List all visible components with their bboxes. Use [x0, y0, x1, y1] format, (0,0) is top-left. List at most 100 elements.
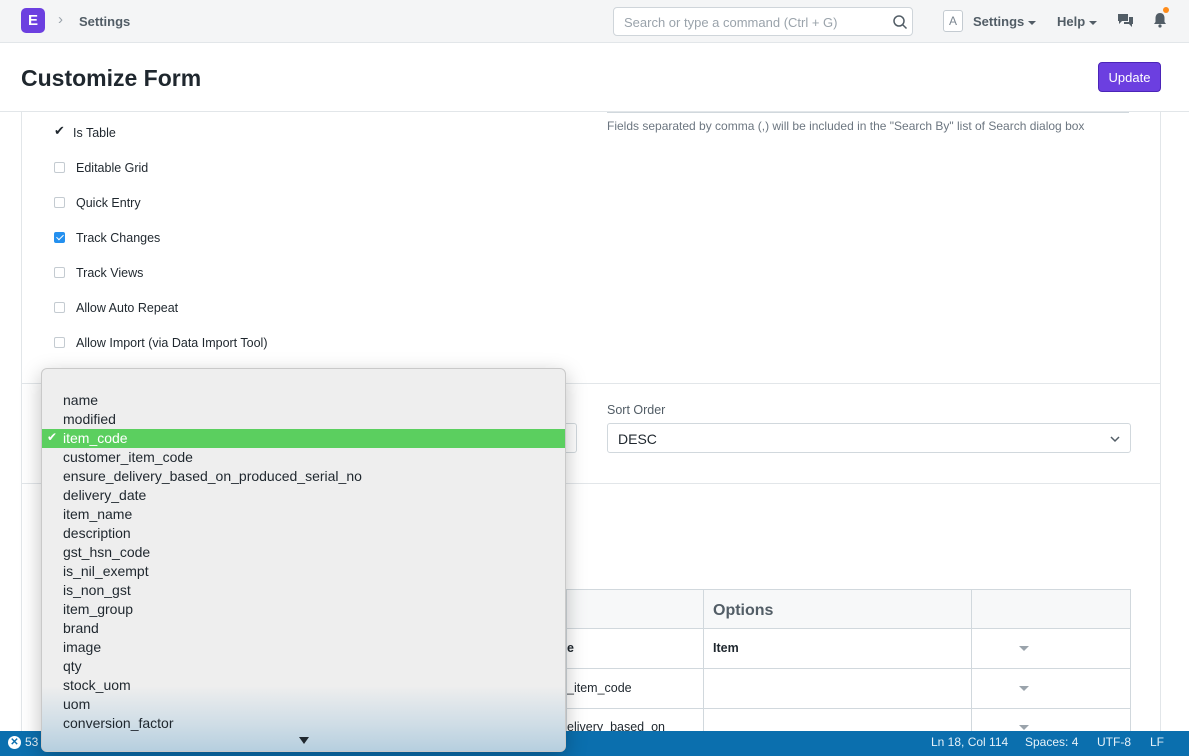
- list-item[interactable]: uom: [42, 695, 565, 714]
- checkbox-label: Quick Entry: [76, 196, 141, 210]
- list-item[interactable]: description: [42, 524, 565, 543]
- scroll-down-arrow-icon[interactable]: [299, 737, 309, 744]
- checkbox-label: Is Table: [73, 126, 116, 140]
- list-item-label: name: [63, 392, 99, 408]
- row-dropdown-icon[interactable]: [1019, 686, 1029, 691]
- breadcrumb-settings[interactable]: Settings: [79, 14, 130, 29]
- list-item-label: description: [63, 525, 131, 541]
- file-encoding[interactable]: UTF-8: [1097, 735, 1131, 749]
- list-item-label: item_name: [63, 506, 133, 522]
- column-divider: [703, 629, 704, 668]
- list-item[interactable]: stock_uom: [42, 676, 565, 695]
- column-divider: [703, 709, 704, 733]
- list-item[interactable]: ensure_delivery_based_on_produced_serial…: [42, 467, 565, 486]
- checkbox-box[interactable]: [54, 162, 65, 173]
- navbar: E › Settings A Settings Help: [0, 0, 1189, 43]
- line-ending[interactable]: LF: [1150, 735, 1164, 749]
- checkbox-label: Allow Import (via Data Import Tool): [76, 336, 268, 350]
- list-item[interactable]: delivery_date: [42, 486, 565, 505]
- list-item-label: ensure_delivery_based_on_produced_serial…: [63, 468, 362, 484]
- table-cell-type[interactable]: e: [567, 641, 574, 655]
- sort-order-label: Sort Order: [607, 403, 666, 417]
- checkbox-box[interactable]: [54, 337, 65, 348]
- table-cell-options[interactable]: Item: [713, 641, 739, 655]
- sort-order-value: DESC: [618, 431, 657, 447]
- list-item-label: item_code: [63, 430, 128, 446]
- list-item-label: item_group: [63, 601, 134, 617]
- table-row[interactable]: e Item: [567, 629, 1130, 669]
- indentation-setting[interactable]: Spaces: 4: [1025, 735, 1078, 749]
- list-item-label: conversion_factor: [63, 715, 174, 731]
- list-item-label: is_non_gst: [63, 582, 131, 598]
- column-divider: [971, 669, 972, 708]
- list-item-label: qty: [63, 658, 82, 674]
- page-title: Customize Form: [21, 65, 202, 91]
- column-divider: [971, 629, 972, 668]
- search-fields-input[interactable]: [607, 112, 1129, 113]
- table-header: Options: [567, 590, 1130, 629]
- table-cell-type[interactable]: _item_code: [567, 681, 632, 695]
- settings-menu[interactable]: Settings: [973, 14, 1037, 29]
- row-dropdown-icon[interactable]: [1019, 725, 1029, 730]
- search-fields-help-text: Fields separated by comma (,) will be in…: [607, 119, 1085, 133]
- checkbox-label: Track Changes: [76, 231, 161, 245]
- row-dropdown-icon[interactable]: [1019, 646, 1029, 651]
- error-icon[interactable]: ✕: [8, 736, 21, 749]
- list-item[interactable]: image: [42, 638, 565, 657]
- list-item[interactable]: customer_item_code: [42, 448, 565, 467]
- checkbox-label: Track Views: [76, 266, 144, 280]
- app-logo[interactable]: E: [21, 8, 45, 33]
- avatar[interactable]: A: [943, 10, 963, 32]
- column-header-options: Options: [713, 602, 774, 619]
- breadcrumb-chevron-icon: ›: [58, 11, 63, 28]
- list-item[interactable]: item_group: [42, 600, 565, 619]
- list-item-label: delivery_date: [63, 487, 147, 503]
- chevron-down-icon: [1089, 20, 1098, 25]
- list-item-label: stock_uom: [63, 677, 131, 693]
- list-item-label: uom: [63, 696, 91, 712]
- list-item-label: modified: [63, 411, 116, 427]
- checkmark-icon: ✔: [47, 430, 58, 444]
- list-item[interactable]: conversion_factor: [42, 714, 565, 733]
- chevron-down-icon: [1028, 20, 1037, 25]
- page-head: Customize Form Update: [0, 43, 1189, 112]
- chat-icon[interactable]: [1117, 13, 1134, 28]
- help-menu[interactable]: Help: [1057, 14, 1098, 29]
- list-item-label: customer_item_code: [63, 449, 193, 465]
- list-item-label: brand: [63, 620, 99, 636]
- list-item[interactable]: brand: [42, 619, 565, 638]
- table-row[interactable]: elivery_based_on: [567, 709, 1130, 734]
- sort-order-select[interactable]: DESC: [607, 423, 1131, 453]
- bell-icon[interactable]: [1153, 12, 1167, 28]
- list-item[interactable]: item_name: [42, 505, 565, 524]
- column-divider: [703, 669, 704, 708]
- list-item[interactable]: is_nil_exempt: [42, 562, 565, 581]
- chevron-down-icon: [1110, 436, 1120, 443]
- sort-field-dropdown[interactable]: name modified ✔ item_code customer_item_c…: [41, 368, 566, 752]
- fields-table: Options e Item _item_code elivery_based_…: [566, 589, 1131, 734]
- checkbox-box[interactable]: [54, 232, 65, 243]
- table-row[interactable]: _item_code: [567, 669, 1130, 709]
- update-button[interactable]: Update: [1098, 62, 1161, 92]
- search-input[interactable]: [624, 13, 884, 31]
- list-item-selected[interactable]: ✔ item_code: [42, 429, 565, 448]
- list-item-label: is_nil_exempt: [63, 563, 149, 579]
- list-item[interactable]: gst_hsn_code: [42, 543, 565, 562]
- awesomebar[interactable]: [613, 7, 913, 36]
- column-divider: [703, 590, 704, 628]
- checkmark-icon: ✔: [54, 123, 65, 138]
- list-item-label: gst_hsn_code: [63, 544, 151, 560]
- cursor-position[interactable]: Ln 18, Col 114: [931, 735, 1008, 749]
- checkbox-box[interactable]: [54, 197, 65, 208]
- column-divider: [971, 709, 972, 733]
- checkbox-box[interactable]: [54, 302, 65, 313]
- list-item[interactable]: is_non_gst: [42, 581, 565, 600]
- list-item[interactable]: modified: [42, 410, 565, 429]
- search-icon[interactable]: [892, 14, 908, 30]
- list-item[interactable]: name: [42, 391, 565, 410]
- notification-dot: [1163, 7, 1169, 13]
- error-count[interactable]: 53: [25, 735, 38, 749]
- checkbox-box[interactable]: [54, 267, 65, 278]
- checkbox-label: Editable Grid: [76, 161, 149, 175]
- list-item[interactable]: qty: [42, 657, 565, 676]
